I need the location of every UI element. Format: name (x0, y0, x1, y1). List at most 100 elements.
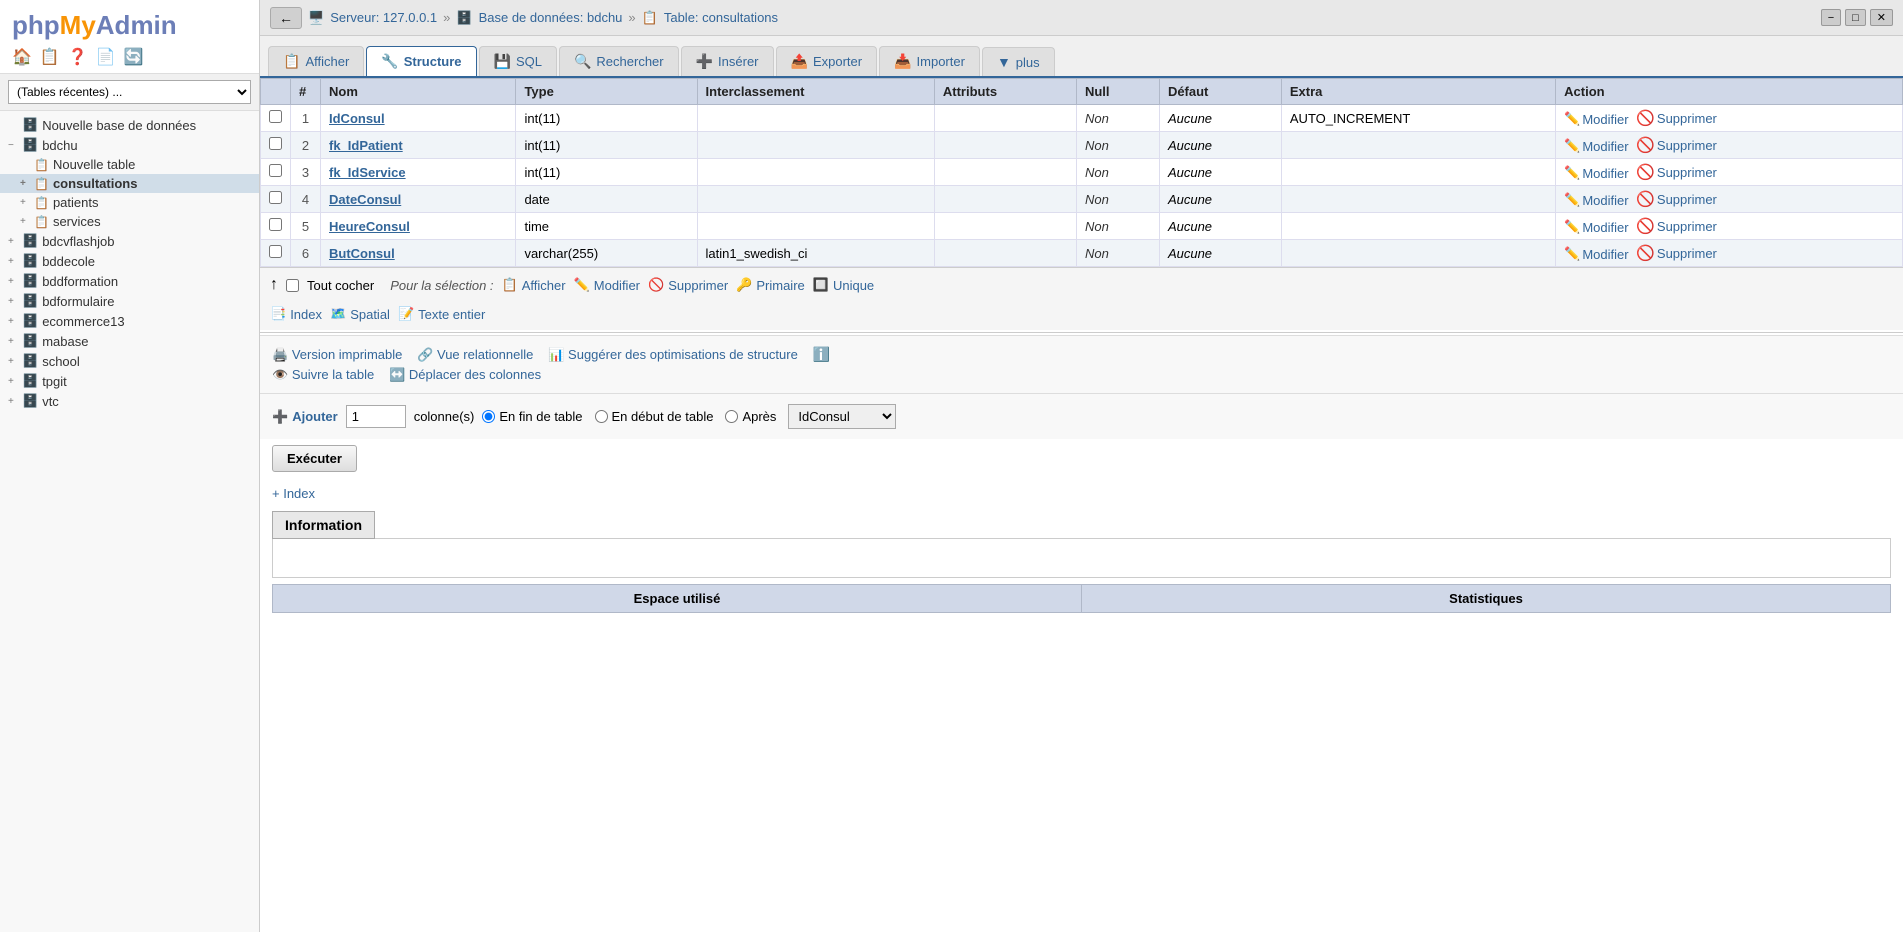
col-extra-HeureConsul (1281, 213, 1555, 240)
supprimer-btn[interactable]: 🚫 Supprimer (648, 277, 728, 293)
col-name-link-DateConsul[interactable]: DateConsul (329, 192, 401, 207)
sidebar-item-bddecole[interactable]: +🗄️bddecole (0, 251, 259, 271)
refresh-icon[interactable]: 🔄 (124, 47, 144, 67)
col-interclassement-HeureConsul (697, 213, 934, 240)
deplacer-colonnes-link[interactable]: Déplacer des colonnes (409, 367, 541, 382)
col-name-link-ButConsul[interactable]: ButConsul (329, 246, 395, 261)
tabs-bar: 📋Afficher🔧Structure💾SQL🔍Rechercher➕Insér… (260, 36, 1903, 78)
tab-afficher[interactable]: 📋Afficher (268, 46, 364, 76)
add-columns-input[interactable] (346, 405, 406, 428)
tab-rechercher[interactable]: 🔍Rechercher (559, 46, 679, 76)
close-button[interactable]: ✕ (1870, 9, 1893, 26)
row-checkbox-DateConsul[interactable] (269, 191, 282, 204)
col-name-link-fk_IdService[interactable]: fk_IdService (329, 165, 406, 180)
plus-index-link[interactable]: + Index (272, 486, 315, 501)
minimize-button[interactable]: − (1821, 9, 1841, 26)
sidebar-label-nouvelle-base: Nouvelle base de données (42, 118, 196, 133)
modifier-btn[interactable]: ✏️ Modifier (574, 277, 640, 293)
apres-radio[interactable] (725, 410, 738, 423)
col-name-link-IdConsul[interactable]: IdConsul (329, 111, 385, 126)
row-checkbox-IdConsul[interactable] (269, 110, 282, 123)
afficher-btn[interactable]: 📋 Afficher (502, 277, 566, 293)
check-all-checkbox[interactable] (286, 279, 299, 292)
tab-structure[interactable]: 🔧Structure (366, 46, 476, 76)
sidebar-item-school[interactable]: +🗄️school (0, 351, 259, 371)
primaire-btn[interactable]: 🔑 Primaire (736, 277, 805, 293)
en-fin-radio[interactable] (482, 410, 495, 423)
modifier-link-IdConsul[interactable]: ✏️ Modifier (1564, 111, 1628, 127)
executer-button[interactable]: Exécuter (272, 445, 357, 472)
sidebar-item-bdcvflashjob[interactable]: +🗄️bdcvflashjob (0, 231, 259, 251)
col-defaut-ButConsul: Aucune (1159, 240, 1281, 267)
modifier-link-fk_IdPatient[interactable]: ✏️ Modifier (1564, 138, 1628, 154)
vue-relationnelle-link[interactable]: Vue relationnelle (437, 347, 533, 362)
version-imprimable-link[interactable]: Version imprimable (292, 347, 403, 362)
delete-icon-ButConsul: 🚫 (1636, 244, 1655, 262)
sidebar-item-bddformation[interactable]: +🗄️bddformation (0, 271, 259, 291)
index-btn[interactable]: 📑 Index (270, 306, 322, 322)
tab-exporter[interactable]: 📤Exporter (776, 46, 878, 76)
row-checkbox-ButConsul[interactable] (269, 245, 282, 258)
links-row2: 👁️ Suivre la table ↔️ Déplacer des colon… (272, 367, 1891, 383)
sidebar-item-bdformulaire[interactable]: +🗄️bdformulaire (0, 291, 259, 311)
en-debut-radio[interactable] (595, 410, 608, 423)
supprimer-link-HeureConsul[interactable]: 🚫 Supprimer (1636, 217, 1717, 235)
delete-icon-IdConsul: 🚫 (1636, 109, 1655, 127)
sidebar-item-services[interactable]: +📋services (0, 212, 259, 231)
col-interclassement-ButConsul: latin1_swedish_ci (697, 240, 934, 267)
modifier-link-fk_IdService[interactable]: ✏️ Modifier (1564, 165, 1628, 181)
sidebar-label-consultations: consultations (53, 176, 138, 191)
unique-btn[interactable]: 🔲 Unique (813, 277, 874, 293)
tab-plus[interactable]: ▼plus (982, 47, 1055, 76)
row-checkbox-HeureConsul[interactable] (269, 218, 282, 231)
tab-importer[interactable]: 📥Importer (879, 46, 980, 76)
suivre-table-link[interactable]: Suivre la table (292, 367, 374, 382)
sidebar-item-nouvelle-base[interactable]: 🗄️Nouvelle base de données (0, 115, 259, 135)
home-icon[interactable]: 🏠 (12, 47, 32, 67)
delete-icon-fk_IdService: 🚫 (1636, 163, 1655, 181)
supprimer-link-DateConsul[interactable]: 🚫 Supprimer (1636, 190, 1717, 208)
suggerer-link[interactable]: Suggérer des optimisations de structure (568, 347, 798, 362)
col-name-link-HeureConsul[interactable]: HeureConsul (329, 219, 410, 234)
back-button[interactable]: ← (270, 7, 302, 29)
information-header: Information (272, 511, 375, 539)
supprimer-link-fk_IdPatient[interactable]: 🚫 Supprimer (1636, 136, 1717, 154)
sidebar-item-nouvelle-table[interactable]: 📋Nouvelle table (0, 155, 259, 174)
apres-option[interactable]: Après (725, 409, 776, 424)
col-action-DateConsul: ✏️ Modifier 🚫 Supprimer (1556, 186, 1903, 213)
supprimer-link-IdConsul[interactable]: 🚫 Supprimer (1636, 109, 1717, 127)
sidebar-item-bdchu[interactable]: −🗄️bdchu (0, 135, 259, 155)
en-fin-option[interactable]: En fin de table (482, 409, 582, 424)
modifier-link-DateConsul[interactable]: ✏️ Modifier (1564, 192, 1628, 208)
sidebar-item-tpgit[interactable]: +🗄️tpgit (0, 371, 259, 391)
maximize-button[interactable]: □ (1845, 9, 1866, 26)
spatial-btn[interactable]: 🗺️ Spatial (330, 306, 390, 322)
sidebar-item-ecommerce13[interactable]: +🗄️ecommerce13 (0, 311, 259, 331)
db-icon-bdchu: 🗄️ (22, 137, 38, 153)
modifier-link-HeureConsul[interactable]: ✏️ Modifier (1564, 219, 1628, 235)
recent-tables-select[interactable]: (Tables récentes) ... (8, 80, 251, 104)
modifier-link-ButConsul[interactable]: ✏️ Modifier (1564, 246, 1628, 262)
row-checkbox-fk_IdService[interactable] (269, 164, 282, 177)
breadcrumb-server[interactable]: Serveur: 127.0.0.1 (330, 10, 437, 25)
after-column-select[interactable]: IdConsulfk_IdPatientfk_IdServiceDateCons… (788, 404, 896, 429)
tab-sql[interactable]: 💾SQL (479, 46, 557, 76)
en-debut-option[interactable]: En début de table (595, 409, 714, 424)
col-defaut-fk_IdService: Aucune (1159, 159, 1281, 186)
help-icon[interactable]: ❓ (68, 47, 88, 67)
doc-icon[interactable]: 📄 (96, 47, 116, 67)
sidebar-item-vtc[interactable]: +🗄️vtc (0, 391, 259, 411)
row-checkbox-fk_IdPatient[interactable] (269, 137, 282, 150)
copy-icon[interactable]: 📋 (40, 47, 60, 67)
breadcrumb-db[interactable]: Base de données: bdchu (479, 10, 623, 25)
col-action-fk_IdPatient: ✏️ Modifier 🚫 Supprimer (1556, 132, 1903, 159)
sidebar-item-mabase[interactable]: +🗄️mabase (0, 331, 259, 351)
supprimer-link-ButConsul[interactable]: 🚫 Supprimer (1636, 244, 1717, 262)
col-name-link-fk_IdPatient[interactable]: fk_IdPatient (329, 138, 403, 153)
supprimer-link-fk_IdService[interactable]: 🚫 Supprimer (1636, 163, 1717, 181)
sidebar-item-consultations[interactable]: +📋consultations (0, 174, 259, 193)
breadcrumb-table[interactable]: Table: consultations (664, 10, 778, 25)
tab-inserer[interactable]: ➕Insérer (681, 46, 774, 76)
sidebar-item-patients[interactable]: +📋patients (0, 193, 259, 212)
texte-entier-btn[interactable]: 📝 Texte entier (398, 306, 485, 322)
